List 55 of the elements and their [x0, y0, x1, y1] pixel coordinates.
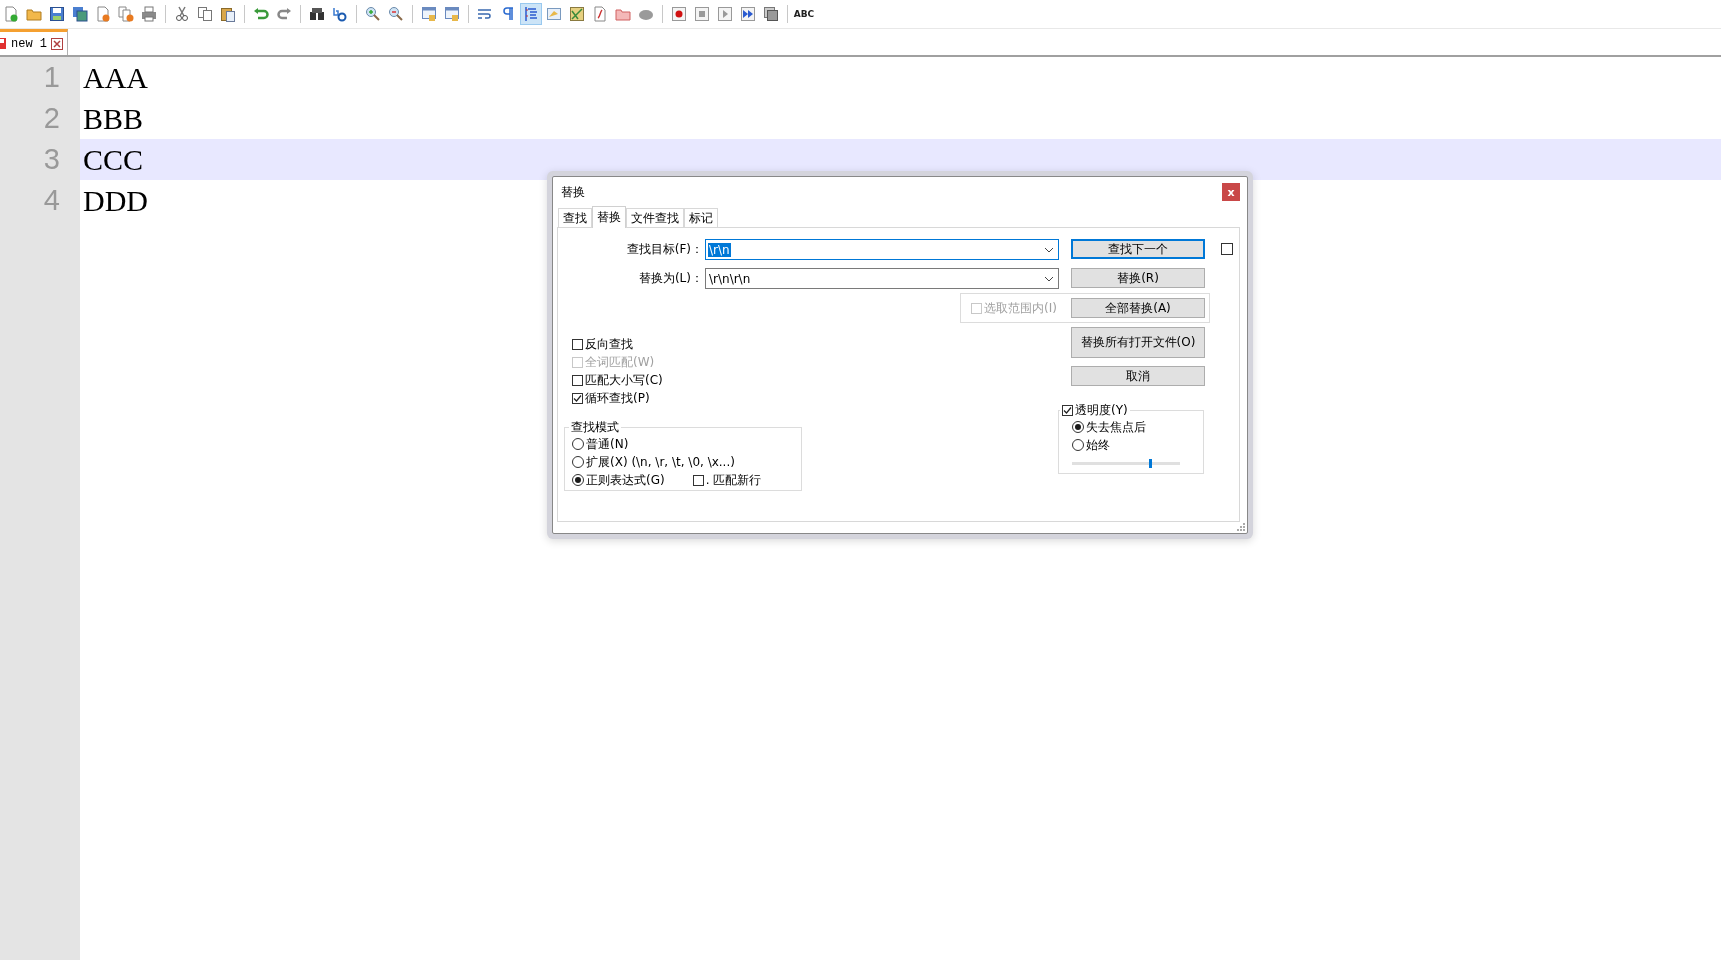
spell-check-icon[interactable]: ABC — [793, 3, 815, 25]
indent-guide-icon[interactable] — [520, 3, 542, 25]
dialog-tab[interactable]: 标记 — [684, 208, 718, 227]
line-number: 1 — [0, 57, 80, 98]
dialog-button[interactable]: 取消 — [1071, 366, 1205, 386]
find-field[interactable]: \r\n — [705, 239, 1059, 260]
radio-button[interactable] — [572, 474, 584, 486]
chevron-icon — [1044, 246, 1054, 253]
checkbox[interactable] — [572, 392, 583, 404]
checkbox-label: 匹配大小写(C) — [585, 371, 663, 389]
field-label: 查找目标(F)： — [626, 241, 703, 258]
radio-button[interactable] — [572, 438, 584, 450]
radio-button[interactable] — [572, 456, 584, 468]
dialog-button[interactable]: 替换所有打开文件(O) — [1071, 327, 1205, 358]
radio-label: 正则表达式(G) — [586, 471, 665, 489]
checkbox-label: . 匹配新行 — [705, 471, 762, 489]
radio-label: 扩展(X) (\n, \r, \t, \0, \x...) — [586, 453, 735, 471]
code-line: CCC — [82, 142, 144, 177]
replace-field[interactable]: \r\n\r\n — [705, 268, 1059, 289]
dialog-button[interactable]: 全部替换(A) — [1071, 298, 1205, 318]
radio-button[interactable] — [1072, 421, 1084, 433]
radio-button[interactable] — [1072, 439, 1084, 451]
field-label: 替换为(L)： — [638, 270, 703, 287]
dialog-button[interactable]: 查找下一个 — [1071, 239, 1205, 259]
checkbox[interactable] — [572, 338, 583, 350]
checkbox[interactable] — [1062, 405, 1073, 416]
dialog-title: 替换 — [561, 183, 585, 201]
line-number: 4 — [0, 180, 80, 221]
checkbox[interactable] — [1221, 243, 1233, 255]
document-tab[interactable]: new 1 — [0, 29, 68, 55]
dialog-tab[interactable]: 查找 — [558, 208, 592, 227]
code-line: DDD — [82, 183, 148, 218]
radio-label: 普通(N) — [586, 435, 629, 453]
checkbox-label: 透明度(Y) — [1075, 402, 1128, 419]
checkbox[interactable] — [572, 374, 583, 386]
slider-thumb[interactable] — [1148, 459, 1152, 468]
checkbox[interactable] — [692, 474, 704, 486]
dialog-button[interactable]: 替换(R) — [1071, 268, 1205, 288]
chevron-icon — [1044, 275, 1054, 282]
resize-grip-icon[interactable] — [1237, 523, 1245, 531]
radio-label: 失去焦点后 — [1086, 418, 1146, 436]
code-line: AAA — [82, 60, 148, 95]
checkbox-label: 反向查找 — [585, 335, 633, 353]
group-title: 查找模式 — [569, 419, 621, 436]
checkbox-label: 循环查找(P) — [585, 389, 650, 407]
line-number: 2 — [0, 98, 80, 139]
line-number: 3 — [0, 139, 80, 180]
close-button[interactable]: x — [1222, 183, 1240, 201]
dialog-tab[interactable]: 替换 — [592, 206, 626, 228]
checkbox-label: 选取范围内(I) — [984, 299, 1057, 317]
dialog-tab[interactable]: 文件查找 — [626, 208, 684, 227]
code-line: BBB — [82, 101, 144, 136]
radio-label: 始终 — [1086, 436, 1110, 454]
checkbox-label: 全词匹配(W) — [585, 353, 655, 371]
close-icon[interactable] — [51, 37, 63, 50]
